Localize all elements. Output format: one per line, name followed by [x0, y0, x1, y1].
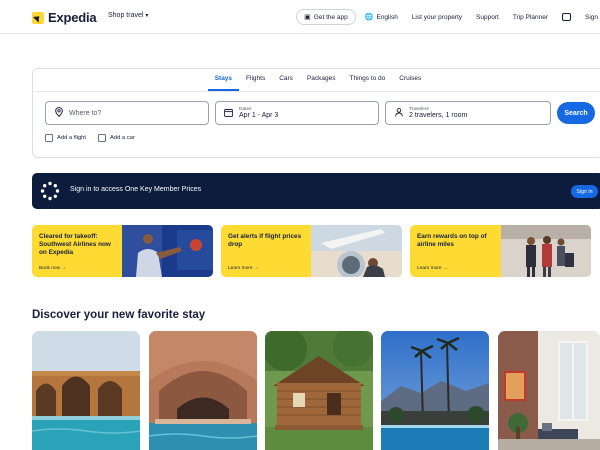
arrow-right-icon: → [253, 266, 259, 271]
support-label: Support [476, 13, 499, 21]
banner-sign-in-button[interactable]: Sign in [571, 185, 598, 198]
header-nav: ▣ Get the app 🌐 English List your proper… [296, 9, 600, 25]
tab-cars[interactable]: Cars [272, 69, 300, 91]
trip-planner-label: Trip Planner [512, 13, 548, 21]
tab-packages[interactable]: Packages [300, 69, 343, 91]
promo-image-traveler [122, 225, 213, 277]
tab-stays[interactable]: Stays [207, 69, 240, 91]
promo-card-southwest[interactable]: Cleared for takeoff: Southwest Airlines … [32, 225, 213, 277]
banner-text: Sign in to access One Key Member Prices [70, 186, 202, 193]
list-property-link[interactable]: List your property [405, 9, 469, 25]
arrow-right-icon: → [61, 266, 67, 271]
promo-link-label: Learn more [417, 266, 442, 271]
arrow-right-icon: → [442, 266, 448, 271]
stay-card[interactable] [498, 331, 600, 450]
add-car-checkbox[interactable]: Add a car [98, 134, 135, 142]
list-property-label: List your property [411, 13, 463, 21]
promo-card-flight-alerts[interactable]: Get alerts if flight prices drop Learn m… [221, 225, 402, 277]
stay-card[interactable] [149, 331, 257, 450]
expedia-logo-icon [32, 11, 44, 24]
stay-card[interactable] [381, 331, 489, 450]
tab-flights[interactable]: Flights [239, 69, 272, 91]
stay-card[interactable] [32, 331, 140, 450]
travelers-value: 2 travelers, 1 room [409, 111, 468, 119]
promo-title: Earn rewards on top of airline miles [417, 233, 487, 249]
member-prices-banner: Sign in to access One Key Member Prices … [32, 173, 600, 209]
add-car-checkbox-box[interactable] [98, 134, 106, 142]
language-label: English [376, 13, 398, 21]
stay-image-lobby [498, 331, 600, 450]
dates-input[interactable]: Dates Apr 1 - Apr 3 [215, 101, 379, 125]
brand-name: Expedia [48, 10, 97, 25]
stay-image-arched-pool [32, 331, 140, 450]
discover-heading: Discover your new favorite stay [32, 309, 206, 321]
messages-button[interactable] [555, 9, 578, 25]
search-form: Stays Flights Cars Packages Things to do… [32, 68, 600, 158]
promo-link[interactable]: Learn more → [228, 266, 259, 271]
dates-value: Apr 1 - Apr 3 [239, 111, 279, 119]
shop-travel-menu[interactable]: Shop travel ▾ [108, 12, 148, 19]
add-flight-checkbox-box[interactable] [45, 134, 53, 142]
location-pin-icon [54, 107, 63, 119]
calendar-icon [224, 108, 233, 119]
language-selector[interactable]: 🌐 English [358, 9, 405, 25]
sign-in-link[interactable]: Sign [578, 9, 600, 25]
tab-things-to-do[interactable]: Things to do [342, 69, 392, 91]
stay-card[interactable] [265, 331, 373, 450]
promo-image-plane-window [311, 225, 402, 277]
trip-planner-link[interactable]: Trip Planner [506, 9, 555, 25]
search-tabs: Stays Flights Cars Packages Things to do… [33, 69, 600, 91]
promo-title: Get alerts if flight prices drop [228, 233, 302, 249]
add-flight-checkbox[interactable]: Add a flight [45, 134, 86, 142]
chat-icon [561, 13, 571, 21]
destination-placeholder: Where to? [69, 109, 102, 117]
sign-in-label: Sign [584, 13, 598, 21]
site-header: Expedia Shop travel ▾ ▣ Get the app 🌐 En… [0, 0, 600, 34]
promo-link-label: Book now [39, 266, 61, 271]
person-icon [394, 107, 403, 119]
get-app-button[interactable]: ▣ Get the app [296, 9, 356, 25]
stay-image-cave-pool [149, 331, 257, 450]
promo-link[interactable]: Book now → [39, 266, 66, 271]
travelers-input[interactable]: Travelers 2 travelers, 1 room [385, 101, 551, 125]
promo-link[interactable]: Learn more → [417, 266, 448, 271]
shop-travel-label: Shop travel [108, 12, 144, 19]
phone-icon: ▣ [304, 13, 311, 21]
promo-link-label: Learn more [228, 266, 253, 271]
add-car-label: Add a car [110, 135, 135, 141]
expedia-logo[interactable]: Expedia [32, 10, 97, 25]
tabs-divider [33, 91, 600, 92]
get-app-label: Get the app [313, 13, 348, 21]
destination-input[interactable]: Where to? [45, 101, 209, 125]
support-link[interactable]: Support [469, 9, 506, 25]
search-button[interactable]: Search [557, 102, 595, 124]
tab-cruises[interactable]: Cruises [392, 69, 428, 91]
one-key-icon [40, 181, 60, 201]
stay-image-palm-pool [381, 331, 489, 450]
promo-image-travelers [501, 225, 591, 277]
globe-icon: 🌐 [364, 13, 374, 21]
stay-image-log-cabin [265, 331, 373, 450]
promo-card-airline-miles[interactable]: Earn rewards on top of airline miles Lea… [410, 225, 591, 277]
promo-title: Cleared for takeoff: Southwest Airlines … [39, 233, 111, 257]
chevron-down-icon: ▾ [145, 13, 149, 19]
add-flight-label: Add a flight [57, 135, 87, 141]
